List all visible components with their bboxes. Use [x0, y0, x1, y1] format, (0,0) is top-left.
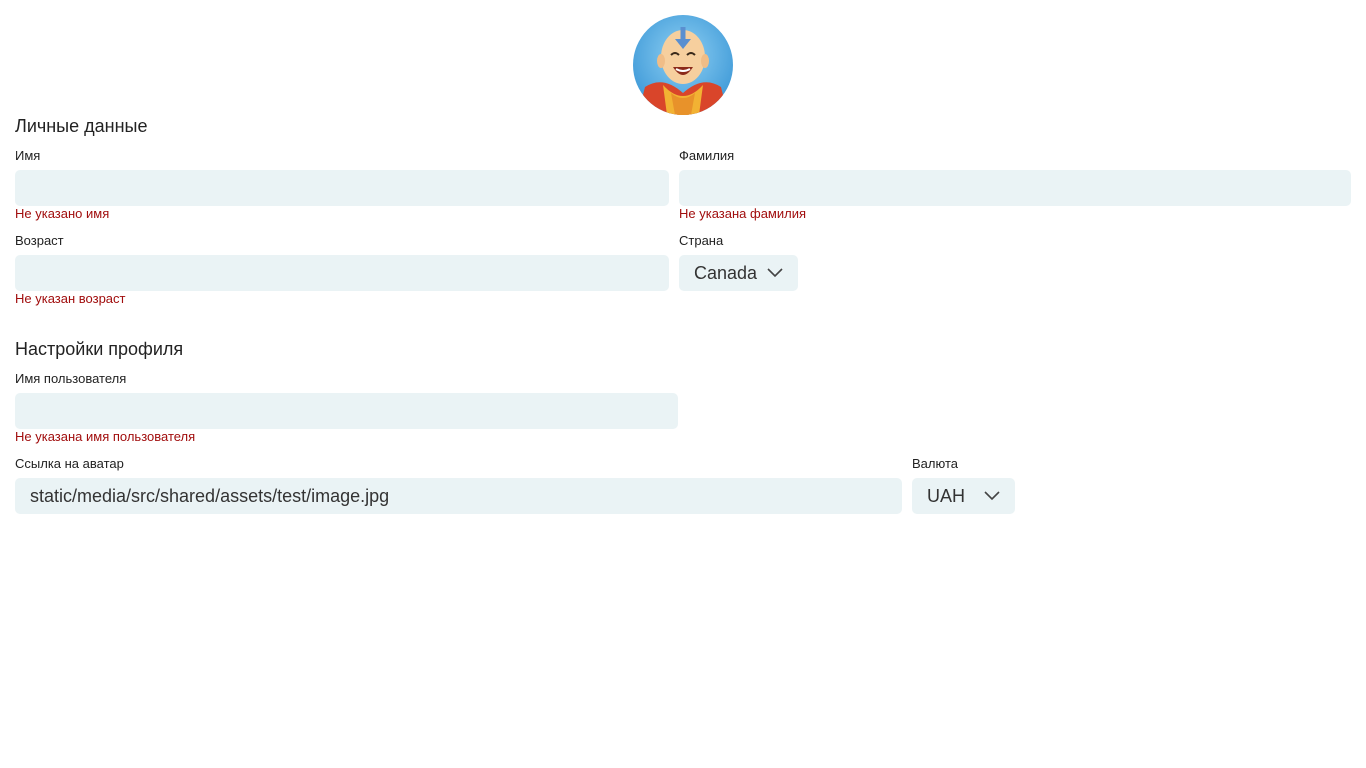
- last-name-error: Не указана фамилия: [679, 206, 807, 221]
- age-label: Возраст: [15, 233, 64, 248]
- chevron-down-icon: [984, 491, 1000, 501]
- country-select[interactable]: Canada: [679, 255, 798, 291]
- avatar: [633, 15, 733, 115]
- profile-settings-title: Настройки профиля: [15, 339, 184, 359]
- first-name-label: Имя: [15, 148, 41, 163]
- username-error: Не указана имя пользователя: [15, 429, 196, 444]
- first-name-input[interactable]: [15, 170, 669, 206]
- age-error: Не указан возраст: [15, 291, 126, 306]
- username-input[interactable]: [15, 393, 678, 429]
- avatar-icon: [633, 15, 733, 115]
- chevron-down-icon: [767, 268, 783, 278]
- country-select-value: Canada: [694, 262, 758, 283]
- last-name-input[interactable]: [679, 170, 1351, 206]
- last-name-label: Фамилия: [679, 148, 735, 163]
- personal-data-title: Личные данные: [15, 116, 148, 136]
- age-input[interactable]: [15, 255, 669, 291]
- avatar-link-input[interactable]: [15, 478, 902, 514]
- avatar-link-label: Ссылка на аватар: [15, 456, 124, 471]
- currency-select-value: UAH: [927, 485, 966, 506]
- currency-select[interactable]: UAH: [912, 478, 1015, 514]
- country-label: Страна: [679, 233, 724, 248]
- currency-label: Валюта: [912, 456, 958, 471]
- username-label: Имя пользователя: [15, 371, 127, 386]
- profile-page: Личные данные Имя Не указано имя Фамилия…: [0, 0, 1366, 768]
- first-name-error: Не указано имя: [15, 206, 110, 221]
